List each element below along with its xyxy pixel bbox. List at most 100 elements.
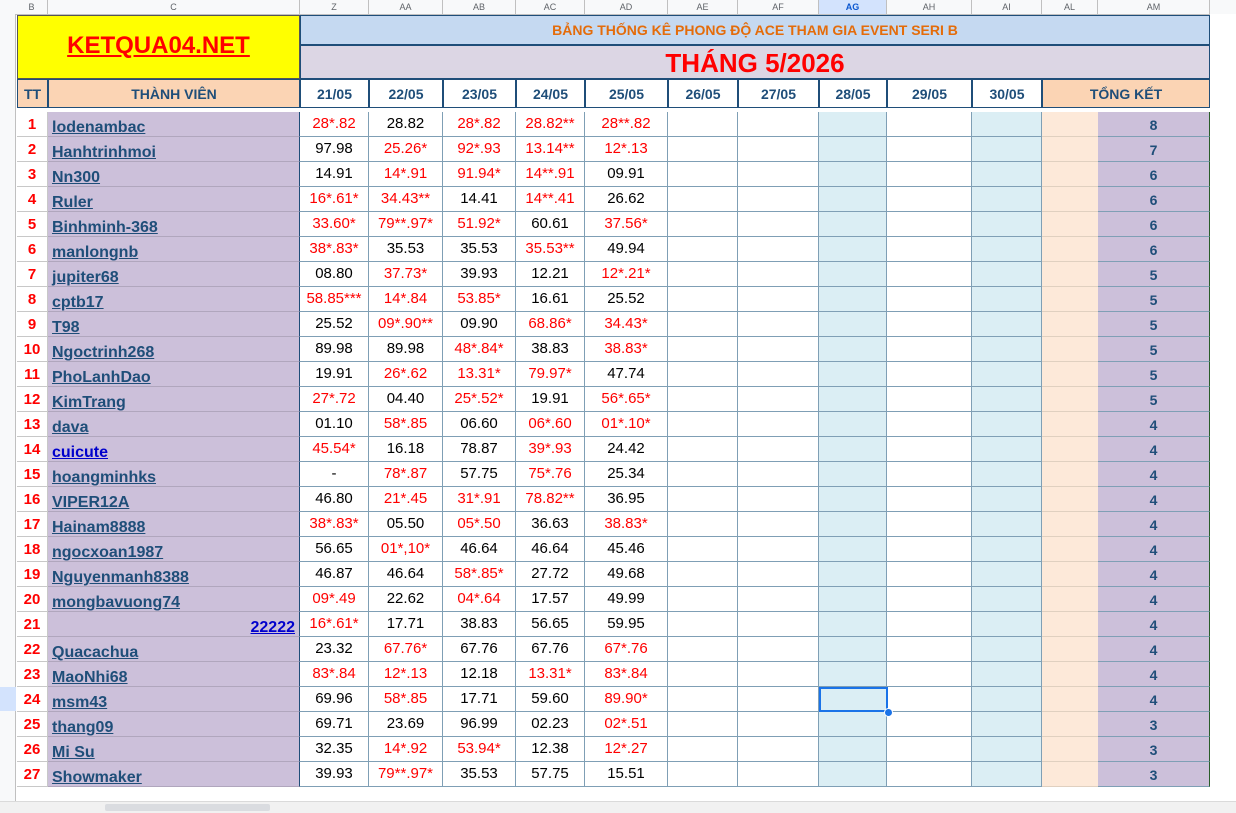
empty-result-cell[interactable] [887, 537, 972, 562]
row-number[interactable]: 23 [17, 662, 48, 687]
member-cell[interactable]: Quacachua [48, 637, 300, 662]
result-cell[interactable]: 46.64 [516, 537, 585, 562]
empty-result-cell[interactable] [738, 187, 819, 212]
empty-result-cell[interactable] [819, 512, 887, 537]
member-link[interactable]: dava [52, 419, 88, 437]
empty-result-cell[interactable] [668, 412, 738, 437]
empty-result-cell[interactable] [738, 587, 819, 612]
row-number[interactable]: 17 [17, 512, 48, 537]
result-cell[interactable]: 08.80 [300, 262, 369, 287]
member-cell[interactable]: thang09 [48, 712, 300, 737]
row-number[interactable]: 13 [17, 412, 48, 437]
empty-result-cell[interactable] [738, 412, 819, 437]
result-cell[interactable]: 05.50 [369, 512, 443, 537]
empty-result-cell[interactable] [972, 412, 1042, 437]
empty-result-cell[interactable] [819, 762, 887, 787]
result-cell[interactable]: 13.14** [516, 137, 585, 162]
empty-result-cell[interactable] [887, 287, 972, 312]
member-link[interactable]: Ngoctrinh268 [52, 344, 154, 362]
empty-result-cell[interactable] [887, 212, 972, 237]
empty-result-cell[interactable] [887, 312, 972, 337]
column-header-b[interactable]: B [16, 0, 48, 14]
empty-result-cell[interactable] [819, 262, 887, 287]
empty-result-cell[interactable] [972, 537, 1042, 562]
empty-result-cell[interactable] [972, 637, 1042, 662]
result-cell[interactable]: 13.31* [443, 362, 516, 387]
member-cell[interactable]: msm43 [48, 687, 300, 712]
spacer-cell[interactable] [1042, 662, 1098, 687]
result-cell[interactable]: 16.61 [516, 287, 585, 312]
column-header-ab[interactable]: AB [443, 0, 516, 14]
empty-result-cell[interactable] [738, 512, 819, 537]
total-cell[interactable]: 5 [1098, 362, 1210, 387]
total-cell[interactable]: 6 [1098, 212, 1210, 237]
row-number[interactable]: 5 [17, 212, 48, 237]
empty-result-cell[interactable] [887, 437, 972, 462]
empty-result-cell[interactable] [887, 137, 972, 162]
result-cell[interactable]: 12*.21* [585, 262, 668, 287]
result-cell[interactable]: 60.61 [516, 212, 585, 237]
result-cell[interactable]: 53.85* [443, 287, 516, 312]
spacer-cell[interactable] [1042, 312, 1098, 337]
selected-cell[interactable] [819, 687, 888, 712]
result-cell[interactable]: 28*.82 [300, 112, 369, 137]
empty-result-cell[interactable] [738, 537, 819, 562]
empty-result-cell[interactable] [972, 662, 1042, 687]
result-cell[interactable]: 47.74 [585, 362, 668, 387]
spacer-cell[interactable] [1042, 287, 1098, 312]
result-cell[interactable]: 45.46 [585, 537, 668, 562]
empty-result-cell[interactable] [887, 737, 972, 762]
result-cell[interactable]: 58*.85 [369, 687, 443, 712]
result-cell[interactable]: 25.52 [585, 287, 668, 312]
result-cell[interactable]: 14*.84 [369, 287, 443, 312]
empty-result-cell[interactable] [819, 437, 887, 462]
member-link[interactable]: MaoNhi68 [52, 669, 128, 687]
result-cell[interactable]: 69.96 [300, 687, 369, 712]
column-header-am[interactable]: AM [1098, 0, 1210, 14]
result-cell[interactable]: 19.91 [300, 362, 369, 387]
result-cell[interactable]: 27*.72 [300, 387, 369, 412]
result-cell[interactable]: 14**.91 [516, 162, 585, 187]
result-cell[interactable]: 38*.83* [300, 237, 369, 262]
empty-result-cell[interactable] [738, 162, 819, 187]
row-number[interactable]: 8 [17, 287, 48, 312]
result-cell[interactable]: 28**.82 [585, 112, 668, 137]
empty-result-cell[interactable] [887, 487, 972, 512]
empty-result-cell[interactable] [668, 312, 738, 337]
spacer-cell[interactable] [1042, 387, 1098, 412]
column-header-ad[interactable]: AD [585, 0, 668, 14]
empty-result-cell[interactable] [887, 512, 972, 537]
spacer-cell[interactable] [1042, 762, 1098, 787]
empty-result-cell[interactable] [972, 237, 1042, 262]
empty-result-cell[interactable] [738, 137, 819, 162]
empty-result-cell[interactable] [819, 387, 887, 412]
member-link[interactable]: thang09 [52, 719, 113, 737]
result-cell[interactable]: 45.54* [300, 437, 369, 462]
empty-result-cell[interactable] [819, 312, 887, 337]
member-link[interactable]: ngocxoan1987 [52, 544, 163, 562]
result-cell[interactable]: 67*.76 [585, 637, 668, 662]
member-link[interactable]: Ruler [52, 194, 93, 212]
spacer-cell[interactable] [1042, 487, 1098, 512]
row-number[interactable]: 12 [17, 387, 48, 412]
result-cell[interactable]: 33.60* [300, 212, 369, 237]
empty-result-cell[interactable] [819, 212, 887, 237]
empty-result-cell[interactable] [972, 212, 1042, 237]
empty-result-cell[interactable] [668, 212, 738, 237]
member-cell[interactable]: mongbavuong74 [48, 587, 300, 612]
empty-result-cell[interactable] [819, 737, 887, 762]
result-cell[interactable]: 12*.13 [585, 137, 668, 162]
spacer-cell[interactable] [1042, 187, 1098, 212]
result-cell[interactable]: 09*.49 [300, 587, 369, 612]
result-cell[interactable]: 26.62 [585, 187, 668, 212]
result-cell[interactable]: 35.53** [516, 237, 585, 262]
result-cell[interactable]: 38.83* [585, 337, 668, 362]
result-cell[interactable]: 97.98 [300, 137, 369, 162]
row-number[interactable]: 11 [17, 362, 48, 387]
member-cell[interactable]: Nn300 [48, 162, 300, 187]
empty-result-cell[interactable] [819, 287, 887, 312]
total-cell[interactable]: 4 [1098, 587, 1210, 612]
result-cell[interactable]: 17.57 [516, 587, 585, 612]
empty-result-cell[interactable] [738, 237, 819, 262]
result-cell[interactable]: 69.71 [300, 712, 369, 737]
